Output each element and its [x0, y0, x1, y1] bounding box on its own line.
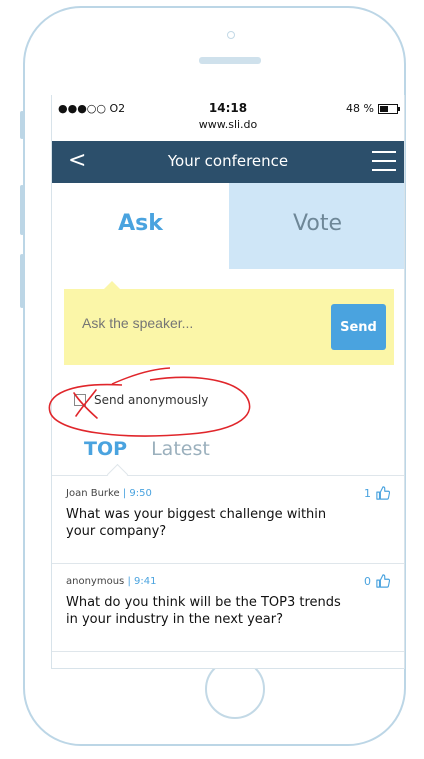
- thumbs-up-icon[interactable]: [376, 486, 390, 500]
- hamburger-icon[interactable]: [372, 151, 396, 173]
- send-button[interactable]: Send: [331, 304, 386, 350]
- top-navbar: < Your conference: [52, 141, 404, 183]
- phone-screen: ●●●○○ O2 14:18 www.sli.do 48 % < Your co…: [51, 95, 405, 669]
- battery-percent: 48 %: [346, 102, 374, 115]
- tab-vote[interactable]: Vote: [229, 183, 404, 269]
- question-item: anonymous | 9:41 0 What do you think wil…: [52, 564, 404, 652]
- url-label: www.sli.do: [198, 118, 258, 131]
- page-title: Your conference: [167, 152, 289, 170]
- sort-filter: TOP Latest: [84, 438, 210, 460]
- filter-top[interactable]: TOP: [84, 438, 127, 460]
- question-time: | 9:50: [122, 488, 152, 499]
- battery-status: 48 %: [346, 102, 400, 115]
- question-input[interactable]: [82, 315, 302, 331]
- mode-tabs: Ask Vote: [52, 183, 404, 269]
- question-meta: Joan Burke | 9:50: [66, 488, 152, 499]
- thumbs-up-icon[interactable]: [376, 574, 390, 588]
- question-text: What do you think will be the TOP3 trend…: [66, 595, 341, 627]
- volume-up-button: [20, 185, 24, 235]
- question-author: Joan Burke: [66, 488, 120, 499]
- filter-latest[interactable]: Latest: [151, 438, 210, 460]
- speaker-grille: [199, 57, 261, 64]
- volume-down-button: [20, 254, 24, 308]
- anonymous-option[interactable]: Send anonymously: [74, 393, 208, 407]
- question-votes[interactable]: 1: [364, 486, 390, 500]
- anonymous-checkbox[interactable]: [74, 394, 86, 406]
- question-time: | 9:41: [127, 576, 157, 587]
- question-votes[interactable]: 0: [364, 574, 390, 588]
- question-item: Joan Burke | 9:50 1 What was your bigges…: [52, 476, 404, 564]
- vote-count: 1: [364, 486, 371, 500]
- mute-switch: [20, 111, 24, 139]
- question-author: anonymous: [66, 576, 125, 587]
- camera-icon: [227, 31, 235, 39]
- ask-question-box: Send: [64, 281, 394, 365]
- status-bar: ●●●○○ O2 14:18 www.sli.do 48 %: [52, 95, 404, 140]
- tab-ask[interactable]: Ask: [52, 183, 229, 269]
- question-meta: anonymous | 9:41: [66, 576, 156, 587]
- ask-box-pointer: [104, 281, 120, 289]
- question-text: What was your biggest challenge within y…: [66, 507, 327, 539]
- anonymous-label: Send anonymously: [94, 393, 209, 407]
- tab-vote-label: Vote: [293, 211, 342, 236]
- battery-icon: [378, 103, 400, 114]
- vote-count: 0: [364, 574, 371, 588]
- tab-ask-label: Ask: [118, 211, 163, 236]
